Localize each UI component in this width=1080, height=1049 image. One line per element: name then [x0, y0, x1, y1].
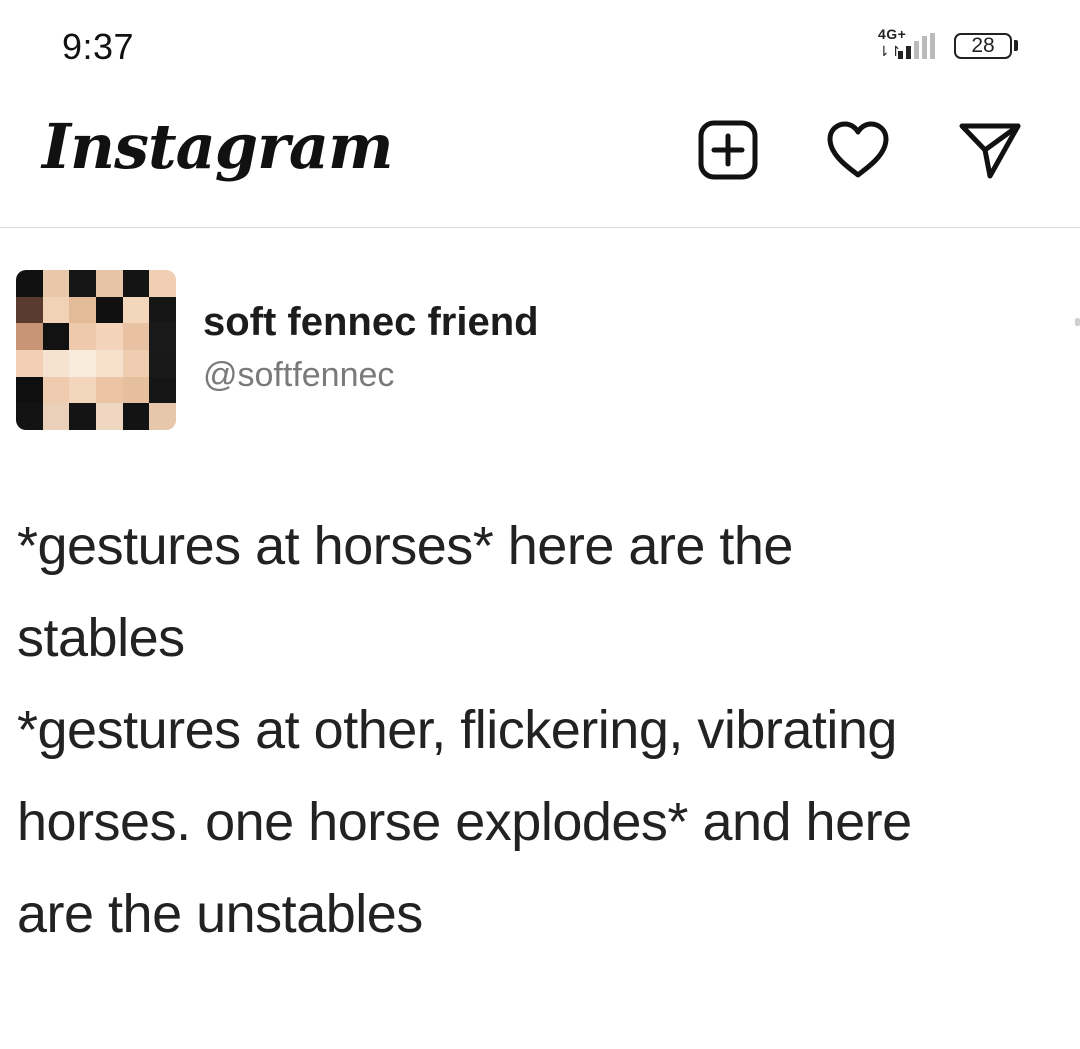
battery-level: 28 [971, 34, 995, 57]
new-post-icon[interactable] [696, 118, 760, 182]
post-text-line: horses. one horse explodes* and here [17, 792, 912, 852]
direct-message-icon[interactable] [958, 118, 1022, 182]
post-text: *gestures at horses* here are the stable… [17, 500, 1067, 960]
app-header: Instagram [0, 90, 1080, 228]
edge-mark [1075, 318, 1080, 326]
author-name[interactable]: soft fennec friend [203, 300, 539, 345]
instagram-logo[interactable]: Instagram [42, 110, 394, 183]
battery-icon: 28 [954, 33, 1012, 59]
post-text-line: stables [17, 608, 185, 668]
status-bar: 9:37 4G+ ⇂↾ 28 [0, 0, 1080, 90]
heart-icon[interactable] [826, 118, 890, 182]
post-text-line: *gestures at horses* here are the [17, 516, 793, 576]
avatar[interactable] [16, 270, 176, 430]
post: soft fennec friend @softfennec *gestures… [0, 228, 1080, 1049]
battery-tip [1014, 40, 1018, 51]
status-time: 9:37 [62, 26, 135, 67]
signal-strength-icon [898, 33, 935, 59]
post-text-line: *gestures at other, flickering, vibratin… [17, 700, 897, 760]
author-handle[interactable]: @softfennec [203, 356, 394, 395]
post-text-line: are the unstables [17, 884, 423, 944]
